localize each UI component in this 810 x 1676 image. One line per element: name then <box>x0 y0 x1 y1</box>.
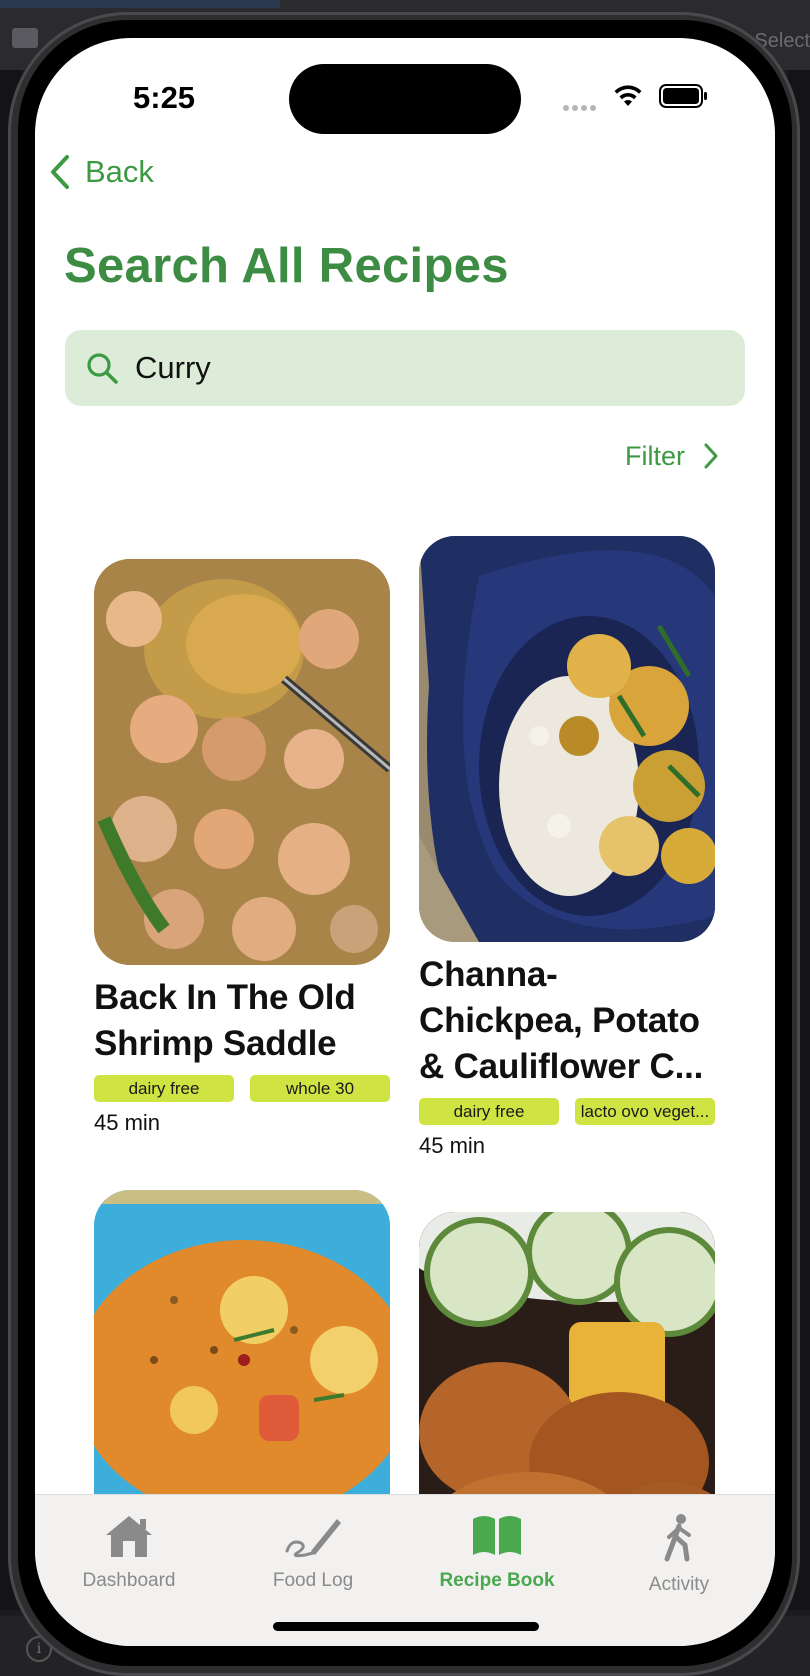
walking-person-icon <box>664 1514 691 1562</box>
recipe-tag: dairy free <box>94 1075 234 1102</box>
recipe-tag: lacto ovo veget... <box>575 1098 715 1125</box>
status-time: 5:25 <box>133 80 196 115</box>
desktop-accent-strip <box>0 0 280 8</box>
filter-button-label: Filter <box>625 440 685 471</box>
recipe-tags: dairy free whole 30 <box>94 1075 390 1102</box>
tab-label: Dashboard <box>82 1570 176 1591</box>
tab-label: Recipe Book <box>439 1570 555 1591</box>
signal-dots-icon <box>563 98 599 116</box>
folder-icon <box>12 28 38 48</box>
house-icon <box>106 1516 152 1557</box>
search-field[interactable] <box>65 330 745 406</box>
channa-curry-photo <box>419 536 715 942</box>
wifi-icon <box>614 85 642 106</box>
recipe-duration: 45 min <box>419 1133 486 1158</box>
book-icon <box>473 1516 521 1555</box>
home-indicator[interactable] <box>273 1622 539 1631</box>
tab-label: Food Log <box>272 1570 354 1591</box>
recipe-title[interactable]: Channa-Chickpea, Potato & Cauliflower C.… <box>419 952 715 1090</box>
search-input[interactable] <box>135 350 695 386</box>
back-button-label: Back <box>85 154 154 189</box>
pencil-icon <box>285 1519 341 1558</box>
search-icon <box>85 351 119 385</box>
filter-button[interactable]: Filter <box>625 436 719 476</box>
app-screen: 5:25 Back Search All Recipes Filter <box>35 38 775 1646</box>
dynamic-island <box>289 64 521 134</box>
chevron-left-icon <box>51 155 69 189</box>
recipe-title[interactable]: Back In The Old Shrimp Saddle <box>94 975 390 1067</box>
recipe-card[interactable]: Back In The Old Shrimp Saddle dairy free… <box>94 559 390 1136</box>
tab-dashboard[interactable]: Dashboard <box>49 1513 209 1592</box>
recipe-tag: dairy free <box>419 1098 559 1125</box>
recipe-tag: whole 30 <box>250 1075 390 1102</box>
tab-food-log[interactable]: Food Log <box>233 1513 393 1592</box>
tab-activity[interactable]: Activity <box>599 1513 759 1596</box>
battery-icon <box>659 84 707 108</box>
recipe-image[interactable] <box>419 536 715 942</box>
back-button[interactable]: Back <box>49 150 154 194</box>
page-title: Search All Recipes <box>64 239 509 293</box>
recipe-card[interactable]: Channa-Chickpea, Potato & Cauliflower C.… <box>419 536 715 1159</box>
chevron-right-icon <box>704 443 718 469</box>
tab-label: Activity <box>648 1574 710 1595</box>
recipe-image[interactable] <box>94 559 390 965</box>
shrimp-curry-photo <box>94 559 390 965</box>
recipe-tags: dairy free lacto ovo veget... <box>419 1098 715 1125</box>
tab-recipe-book[interactable]: Recipe Book <box>417 1513 577 1592</box>
recipe-duration: 45 min <box>94 1110 161 1135</box>
